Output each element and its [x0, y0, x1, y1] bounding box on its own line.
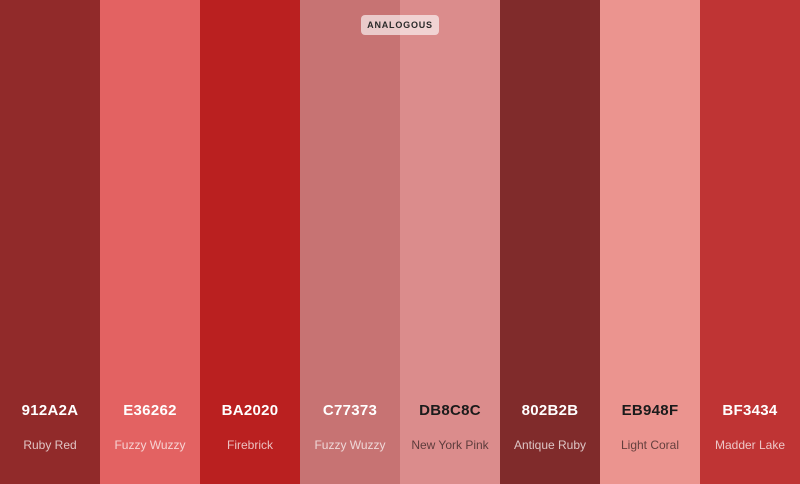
color-swatch-fuzzy-wuzzy[interactable]: E36262 Fuzzy Wuzzy — [100, 0, 200, 484]
color-name: Fuzzy Wuzzy — [314, 438, 386, 452]
color-swatch-firebrick[interactable]: BA2020 Firebrick — [200, 0, 300, 484]
hex-code: BA2020 — [221, 402, 279, 419]
hex-code: 802B2B — [521, 402, 579, 419]
color-swatch-antique-ruby[interactable]: 802B2B Antique Ruby — [500, 0, 600, 484]
color-name: Firebrick — [226, 438, 273, 452]
color-swatch-fuzzy-wuzzy-2[interactable]: C77373 Fuzzy Wuzzy — [300, 0, 400, 484]
color-name: Ruby Red — [23, 438, 77, 452]
hex-code: 912A2A — [21, 402, 79, 419]
hex-code: DB8C8C — [419, 402, 481, 419]
color-swatch-light-coral[interactable]: EB948F Light Coral — [600, 0, 700, 484]
color-name: Fuzzy Wuzzy — [114, 438, 186, 452]
color-palette: 912A2A Ruby Red E36262 Fuzzy Wuzzy BA202… — [0, 0, 800, 484]
color-swatch-madder-lake[interactable]: BF3434 Madder Lake — [700, 0, 800, 484]
hex-code: EB948F — [621, 402, 679, 419]
color-swatch-new-york-pink[interactable]: DB8C8C New York Pink — [400, 0, 500, 484]
hex-code: C77373 — [322, 402, 378, 419]
color-name: Madder Lake — [714, 438, 786, 452]
scheme-type-badge: ANALOGOUS — [361, 15, 439, 35]
color-name: Light Coral — [620, 438, 680, 452]
color-swatch-ruby-red[interactable]: 912A2A Ruby Red — [0, 0, 100, 484]
color-name: New York Pink — [411, 438, 489, 452]
hex-code: BF3434 — [722, 402, 778, 419]
hex-code: E36262 — [123, 402, 177, 419]
color-name: Antique Ruby — [513, 438, 587, 452]
